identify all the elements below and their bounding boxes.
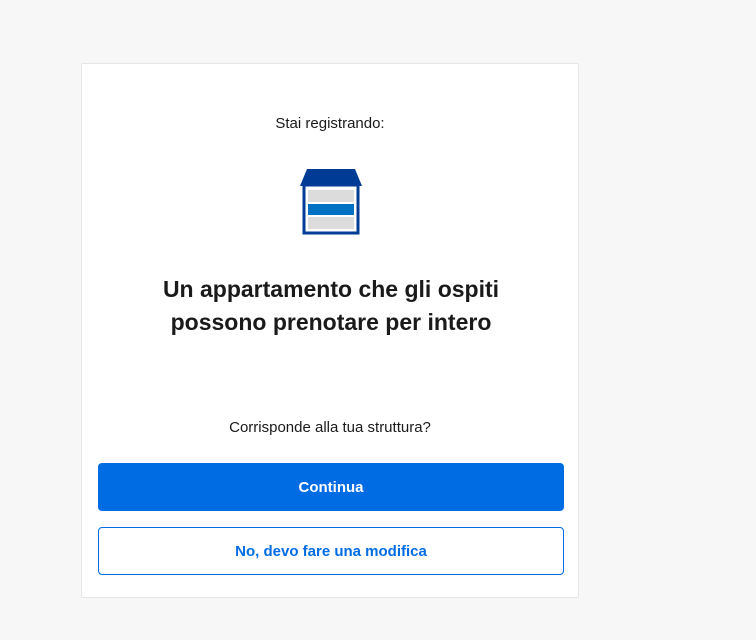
heading-line-2: possono prenotare per intero: [170, 309, 492, 335]
property-type-heading: Un appartamento che gli ospiti possono p…: [122, 273, 540, 339]
confirmation-question: Corrisponde alla tua struttura?: [229, 419, 431, 436]
continue-button[interactable]: Continua: [98, 463, 564, 511]
intro-text: Stai registrando:: [275, 115, 385, 132]
modify-button[interactable]: No, devo fare una modifica: [98, 527, 564, 575]
heading-line-1: Un appartamento che gli ospiti: [162, 276, 500, 302]
apartment-building-icon: [298, 167, 364, 235]
property-type-confirmation-card: Stai registrando: Un appartamento che gl…: [81, 63, 579, 598]
